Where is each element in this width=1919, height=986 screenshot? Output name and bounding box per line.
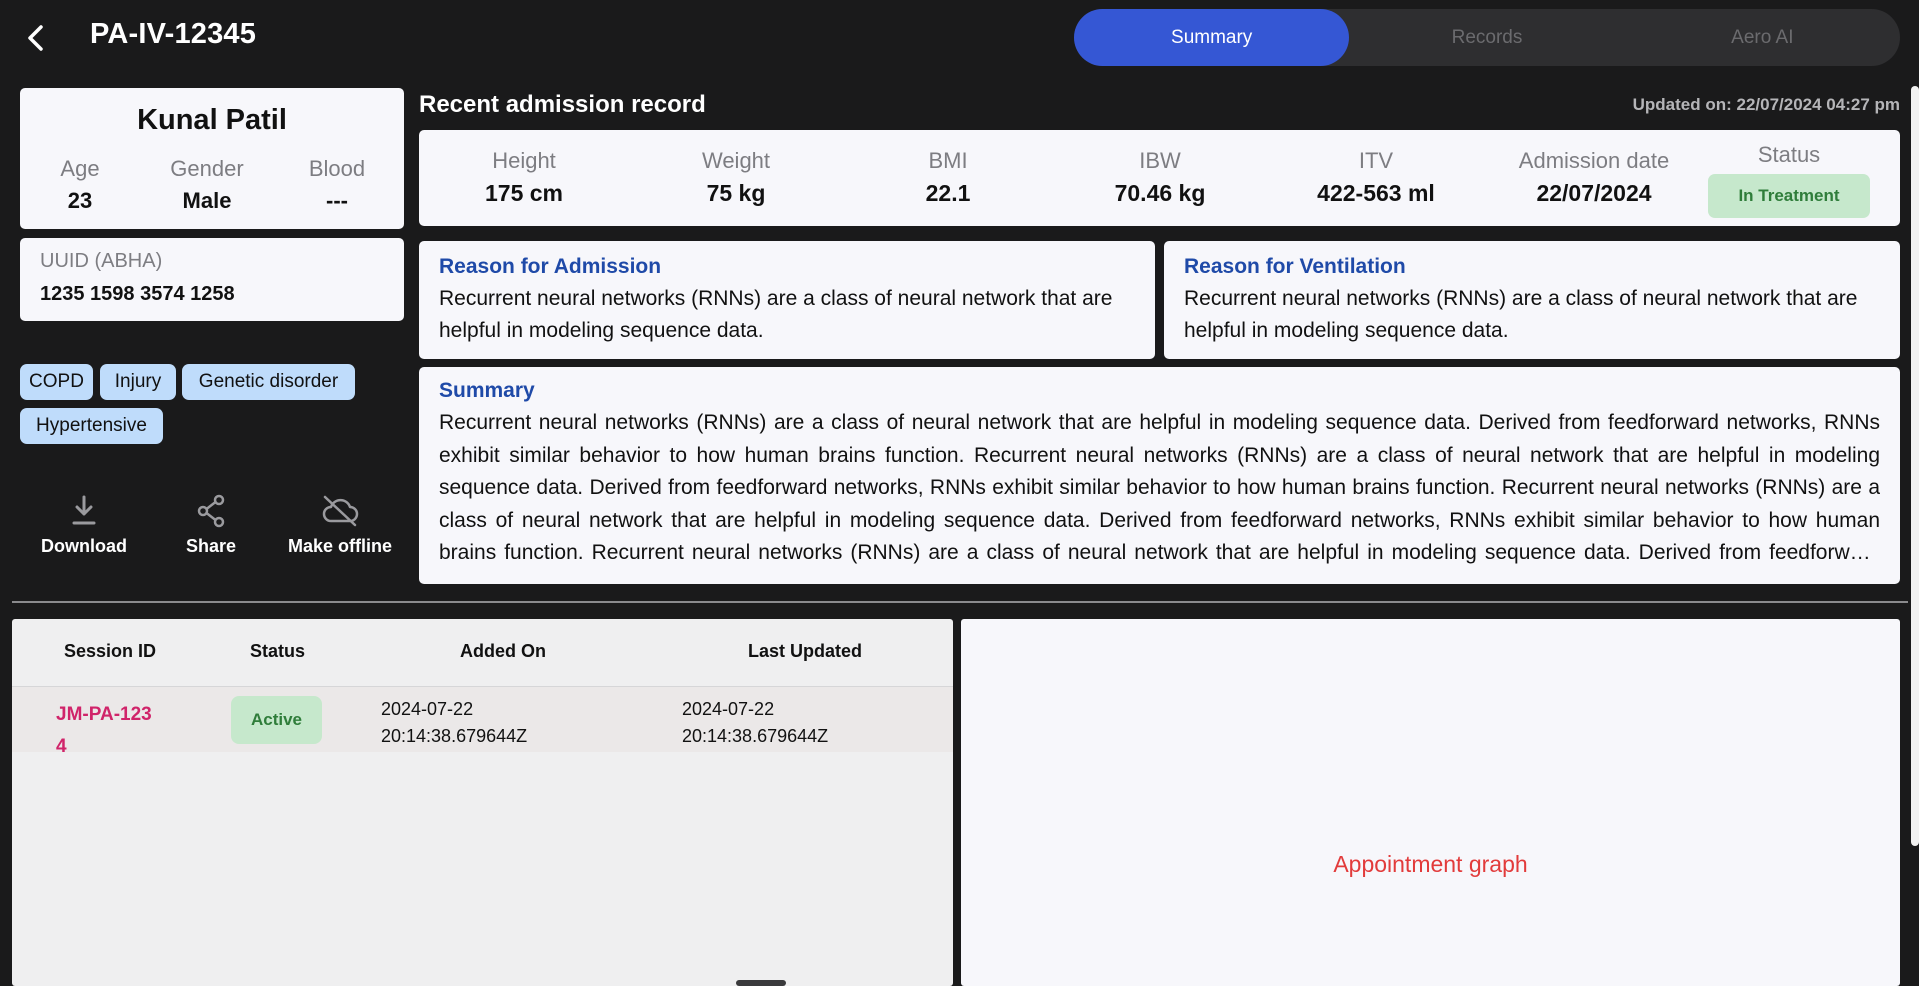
vital-label: ITV bbox=[1358, 148, 1394, 173]
added-on-cell: 2024-07-22 20:14:38.679644Z bbox=[381, 699, 528, 746]
age-label: Age bbox=[60, 156, 100, 181]
back-button[interactable] bbox=[18, 18, 54, 58]
chevron-left-icon bbox=[28, 25, 43, 51]
column-header-last-updated: Last Updated bbox=[748, 641, 863, 661]
reason-admission-title: Reason for Admission bbox=[439, 255, 662, 278]
uuid-value: 1235 1598 3574 1258 bbox=[40, 283, 235, 305]
vitals-card: Height 175 cm Weight 75 kg BMI 22.1 IBW … bbox=[419, 130, 1900, 226]
tab-records[interactable]: Records bbox=[1349, 9, 1624, 66]
top-bar: PA-IV-12345 Summary Records Aero AI bbox=[0, 0, 1919, 76]
page-title: PA-IV-12345 bbox=[90, 18, 257, 50]
patient-actions: Download Share Make offline bbox=[20, 492, 404, 564]
session-id-link[interactable]: JM-PA-1234 bbox=[56, 699, 156, 752]
vital-value: 75 kg bbox=[706, 180, 766, 206]
tag-copd[interactable]: COPD bbox=[20, 364, 93, 400]
sessions-table: Session ID Status Added On Last Updated … bbox=[12, 619, 953, 986]
cloud-off-icon bbox=[322, 495, 359, 527]
gender-label: Gender bbox=[170, 156, 244, 181]
reason-ventilation-text: Recurrent neural networks (RNNs) are a c… bbox=[1184, 287, 1858, 342]
section-divider bbox=[12, 601, 1908, 603]
make-offline-label: Make offline bbox=[287, 536, 393, 556]
reason-admission-text: Recurrent neural networks (RNNs) are a c… bbox=[439, 287, 1113, 342]
vital-label: Weight bbox=[701, 148, 771, 173]
reason-ventilation-title: Reason for Ventilation bbox=[1184, 255, 1406, 278]
status-badge: In Treatment bbox=[1708, 174, 1870, 218]
tab-bar: Summary Records Aero AI bbox=[1074, 9, 1900, 66]
share-button[interactable]: Share bbox=[151, 492, 271, 557]
column-header-session-id: Session ID bbox=[64, 641, 157, 661]
tag-injury[interactable]: Injury bbox=[100, 364, 176, 400]
summary-card: Summary Recurrent neural networks (RNNs)… bbox=[419, 367, 1900, 584]
vital-value: 22.1 bbox=[925, 180, 971, 206]
appointment-graph-panel: Appointment graph bbox=[961, 619, 1900, 986]
column-header-added-on: Added On bbox=[460, 641, 546, 661]
vital-value: 175 cm bbox=[484, 180, 563, 206]
summary-text: Recurrent neural networks (RNNs) are a c… bbox=[439, 411, 1880, 564]
vital-bmi: BMI 22.1 bbox=[893, 148, 1003, 207]
blood-stat: Blood --- bbox=[300, 156, 374, 214]
uuid-label: UUID (ABHA) bbox=[40, 250, 163, 272]
session-status-badge: Active bbox=[231, 696, 322, 744]
tag-hypertensive[interactable]: Hypertensive bbox=[20, 408, 163, 444]
summary-title: Summary bbox=[439, 379, 535, 402]
age-value: 23 bbox=[67, 188, 93, 213]
reason-ventilation-card: Reason for Ventilation Recurrent neural … bbox=[1164, 241, 1900, 359]
column-header-status: Status bbox=[250, 641, 306, 661]
gender-stat: Gender Male bbox=[160, 156, 254, 214]
make-offline-button[interactable]: Make offline bbox=[278, 492, 402, 557]
tag-genetic-disorder[interactable]: Genetic disorder bbox=[182, 364, 355, 400]
vital-status: Status In Treatment bbox=[1708, 142, 1870, 218]
download-icon bbox=[72, 495, 96, 525]
vital-height: Height 175 cm bbox=[469, 148, 579, 207]
vital-label: Height bbox=[492, 148, 556, 173]
vital-label: IBW bbox=[1139, 148, 1181, 173]
uuid-card: UUID (ABHA) 1235 1598 3574 1258 bbox=[20, 238, 404, 321]
status-label: Status bbox=[1757, 142, 1821, 167]
admission-section-title: Recent admission record bbox=[419, 91, 706, 118]
vital-value: 422-563 ml bbox=[1317, 180, 1435, 206]
blood-label: Blood bbox=[308, 156, 366, 181]
vital-label: Admission date bbox=[1518, 148, 1670, 173]
vital-ibw: IBW 70.46 kg bbox=[1099, 148, 1221, 207]
last-updated-cell: 2024-07-22 20:14:38.679644Z bbox=[682, 699, 829, 746]
updated-timestamp: Updated on: 22/07/2024 04:27 pm bbox=[1632, 95, 1900, 114]
download-label: Download bbox=[41, 536, 127, 556]
tab-summary[interactable]: Summary bbox=[1074, 9, 1350, 66]
tab-aero-ai[interactable]: Aero AI bbox=[1625, 9, 1900, 66]
vital-value: 22/07/2024 bbox=[1536, 180, 1652, 206]
vital-value: 70.46 kg bbox=[1114, 180, 1206, 206]
download-button[interactable]: Download bbox=[24, 492, 144, 557]
patient-name: Kunal Patil bbox=[137, 104, 287, 136]
age-stat: Age 23 bbox=[38, 156, 122, 214]
share-label: Share bbox=[185, 536, 237, 556]
share-icon bbox=[197, 494, 225, 528]
blood-value: --- bbox=[326, 188, 348, 213]
vital-label: BMI bbox=[928, 148, 968, 173]
reason-admission-card: Reason for Admission Recurrent neural ne… bbox=[419, 241, 1155, 359]
table-row[interactable]: JM-PA-1234 Active 2024-07-22 20:14:38.67… bbox=[12, 687, 953, 752]
vital-admission-date: Admission date 22/07/2024 bbox=[1494, 148, 1694, 207]
appointment-graph-placeholder: Appointment graph bbox=[1333, 851, 1528, 877]
patient-card: Kunal Patil Age 23 Gender Male Blood --- bbox=[20, 88, 404, 229]
gender-value: Male bbox=[182, 188, 232, 213]
page-scrollbar[interactable] bbox=[1911, 86, 1919, 846]
bottom-scroll-handle[interactable] bbox=[736, 980, 786, 986]
vital-itv: ITV 422-563 ml bbox=[1301, 148, 1451, 207]
vital-weight: Weight 75 kg bbox=[681, 148, 791, 207]
